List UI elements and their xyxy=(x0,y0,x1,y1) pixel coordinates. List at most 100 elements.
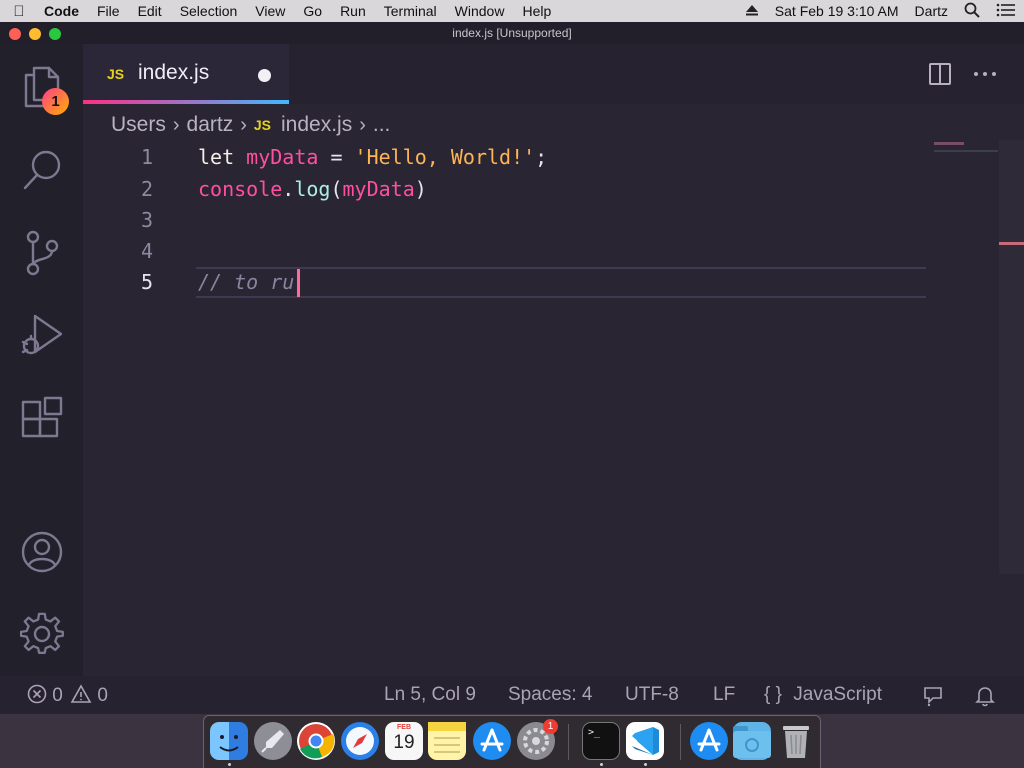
console-object: console xyxy=(198,177,283,201)
chevron-right-icon: › xyxy=(172,113,180,136)
chrome-icon[interactable] xyxy=(297,722,335,760)
minimap-viewport xyxy=(934,150,998,152)
menu-app-name[interactable]: Code xyxy=(38,3,88,19)
activity-extensions[interactable] xyxy=(0,396,83,440)
activity-bar: 1 xyxy=(0,44,83,676)
zoom-window-button[interactable] xyxy=(49,28,61,40)
activity-source-control[interactable] xyxy=(0,230,83,276)
launchpad-icon[interactable] xyxy=(254,722,292,760)
end-of-line-setting[interactable]: LF xyxy=(713,684,735,706)
code-line-5[interactable]: // to ru xyxy=(198,270,294,294)
source-control-icon xyxy=(26,230,58,276)
minimize-window-button[interactable] xyxy=(29,28,41,40)
warning-count: 0 xyxy=(97,685,108,706)
vertical-scrollbar[interactable] xyxy=(999,140,1024,574)
screen:  Code File Edit Selection View Go Run T… xyxy=(0,0,1024,768)
notes-icon[interactable] xyxy=(428,722,466,760)
chevron-right-icon: › xyxy=(240,113,247,136)
status-bar: 0 0 Ln 5, Col 9 Spaces: 4 UTF-8 LF { } J… xyxy=(0,676,1024,714)
close-window-button[interactable] xyxy=(9,28,21,40)
current-line-highlight xyxy=(196,267,926,298)
semicolon: ; xyxy=(535,145,548,169)
unsaved-dot-icon[interactable] xyxy=(258,69,271,82)
folder-icon[interactable] xyxy=(733,722,771,760)
gear-icon xyxy=(19,612,64,654)
scrollbar-cursor-marker xyxy=(999,242,1024,245)
text-cursor xyxy=(297,269,300,297)
menu-clock[interactable]: Sat Feb 19 3:10 AM xyxy=(767,3,907,19)
menu-user[interactable]: Dartz xyxy=(907,3,956,19)
explorer-badge: 1 xyxy=(42,88,69,115)
line-number: 2 xyxy=(140,177,153,201)
menu-help[interactable]: Help xyxy=(513,3,560,19)
encoding-setting[interactable]: UTF-8 xyxy=(625,684,679,706)
code-editor[interactable]: 1 2 3 4 5 let myData = 'Hello, World!'; … xyxy=(83,140,999,676)
warning-icon xyxy=(70,684,92,703)
calendar-month: FEB xyxy=(397,724,411,731)
notification-badge: 1 xyxy=(543,719,558,734)
menu-edit[interactable]: Edit xyxy=(129,3,171,19)
apple-icon[interactable]:  xyxy=(0,3,38,20)
code-line-1[interactable]: let myData = 'Hello, World!'; xyxy=(198,145,547,169)
calendar-icon[interactable]: FEB 19 xyxy=(385,722,423,760)
menu-run[interactable]: Run xyxy=(331,3,375,19)
menu-window[interactable]: Window xyxy=(446,3,514,19)
javascript-file-icon: JS xyxy=(253,117,271,133)
minimap[interactable] xyxy=(934,142,964,145)
activity-accounts[interactable] xyxy=(0,530,83,574)
bell-icon[interactable] xyxy=(975,685,995,713)
breadcrumb-file[interactable]: index.js xyxy=(281,113,352,137)
log-function: log xyxy=(294,177,331,201)
activity-manage[interactable] xyxy=(0,612,83,656)
tab-index-js[interactable]: JS index.js xyxy=(83,44,289,104)
code-line-2[interactable]: console.log(myData) xyxy=(198,177,427,201)
tab-label: index.js xyxy=(138,61,210,84)
menu-terminal[interactable]: Terminal xyxy=(375,3,446,19)
breadcrumb-symbols[interactable]: ... xyxy=(373,113,391,137)
cursor-position[interactable]: Ln 5, Col 9 xyxy=(384,684,476,706)
assign-operator: = xyxy=(318,145,355,169)
dock: FEB 19 1 >_ xyxy=(203,715,821,768)
line-number: 3 xyxy=(140,208,153,232)
variable-mydata: myData xyxy=(246,145,319,169)
feedback-icon[interactable] xyxy=(922,685,944,713)
member-dot: . xyxy=(282,177,295,201)
spotlight-search-icon[interactable] xyxy=(956,2,988,21)
trash-icon[interactable] xyxy=(777,722,815,760)
menu-file[interactable]: File xyxy=(88,3,129,19)
activity-run-debug[interactable] xyxy=(0,312,83,360)
menu-selection[interactable]: Selection xyxy=(171,3,247,19)
safari-icon[interactable] xyxy=(341,722,379,760)
breadcrumb-users[interactable]: Users xyxy=(111,113,166,137)
active-tab-indicator xyxy=(83,100,289,104)
run-debug-icon xyxy=(21,314,62,355)
vscode-icon[interactable] xyxy=(626,722,664,760)
terminal-icon[interactable]: >_ xyxy=(582,722,620,760)
menu-view[interactable]: View xyxy=(246,3,294,19)
chevron-right-icon: › xyxy=(359,113,366,136)
indentation-setting[interactable]: Spaces: 4 xyxy=(508,684,593,706)
app-store-icon[interactable] xyxy=(473,722,511,760)
menu-go[interactable]: Go xyxy=(294,3,331,19)
more-actions-icon[interactable] xyxy=(973,62,997,92)
terminal-prompt: >_ xyxy=(588,727,601,738)
argument-mydata: myData xyxy=(342,177,415,201)
javascript-file-icon: JS xyxy=(107,66,125,82)
breadcrumb-dartz[interactable]: dartz xyxy=(187,113,234,137)
app-store-download-icon[interactable] xyxy=(690,722,728,760)
window-title-bar: index.js [Unsupported] xyxy=(0,22,1024,44)
language-mode[interactable]: { } JavaScript xyxy=(764,684,882,706)
error-count: 0 xyxy=(52,685,63,706)
finder-icon[interactable] xyxy=(210,722,248,760)
close-paren: ) xyxy=(414,177,427,201)
dock-separator xyxy=(680,724,681,760)
line-number: 4 xyxy=(140,239,153,263)
split-editor-icon[interactable] xyxy=(928,62,952,92)
breadcrumb: Users › dartz › JS index.js › ... xyxy=(111,111,390,139)
tab-bar: JS index.js xyxy=(83,44,1024,104)
problems-indicator[interactable]: 0 0 xyxy=(27,684,108,707)
control-center-icon[interactable] xyxy=(988,3,1024,20)
activity-search[interactable] xyxy=(0,148,83,192)
running-indicator xyxy=(228,763,231,766)
eject-icon[interactable] xyxy=(737,3,767,19)
